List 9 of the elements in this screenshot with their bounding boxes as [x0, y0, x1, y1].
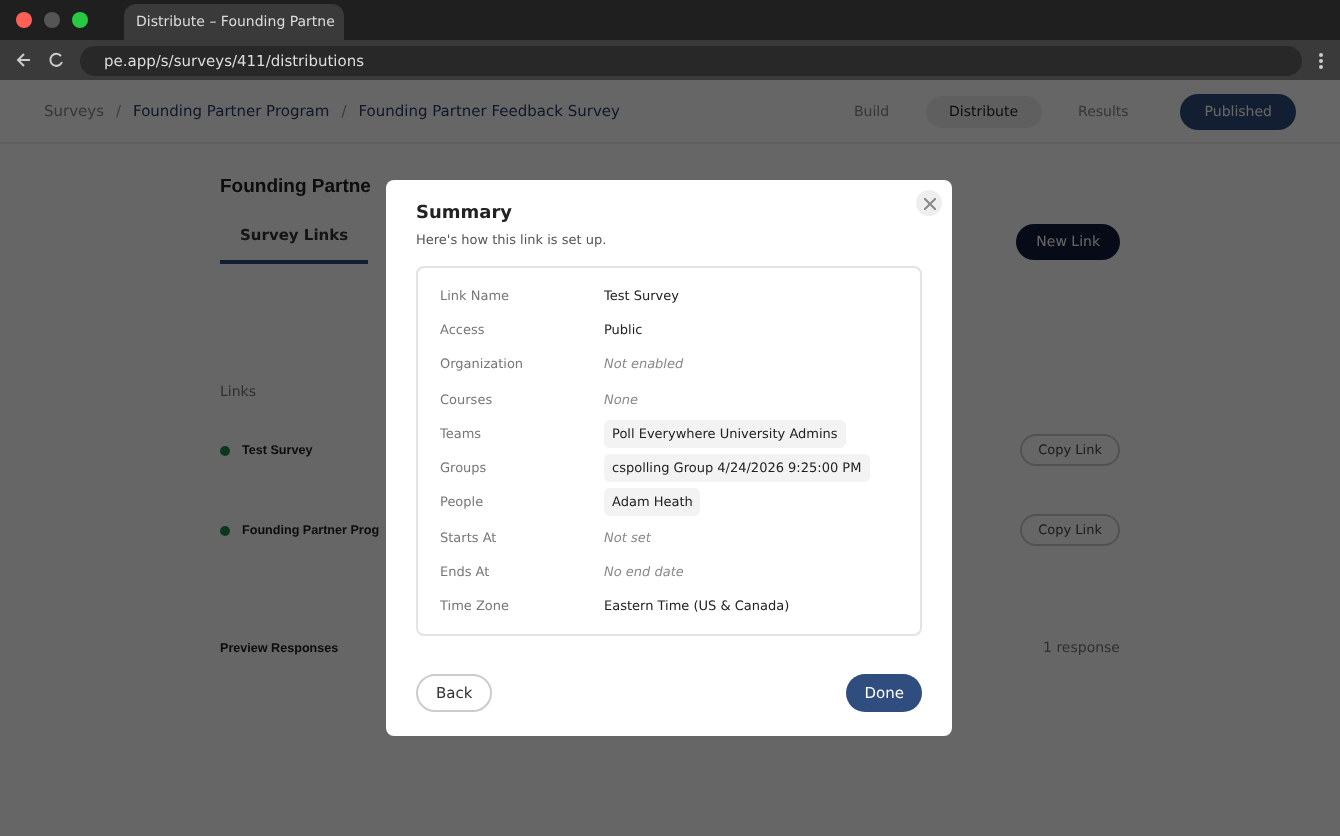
- close-window-icon[interactable]: [16, 12, 32, 28]
- page-title: Founding Partne: [220, 176, 371, 198]
- close-button[interactable]: [916, 190, 942, 216]
- back-icon[interactable]: [16, 52, 32, 68]
- reload-icon[interactable]: [48, 52, 64, 68]
- dialog-title: Summary: [416, 204, 515, 224]
- maximize-window-icon[interactable]: [72, 12, 88, 28]
- menu-icon[interactable]: [1318, 51, 1324, 69]
- close-icon: [923, 197, 935, 209]
